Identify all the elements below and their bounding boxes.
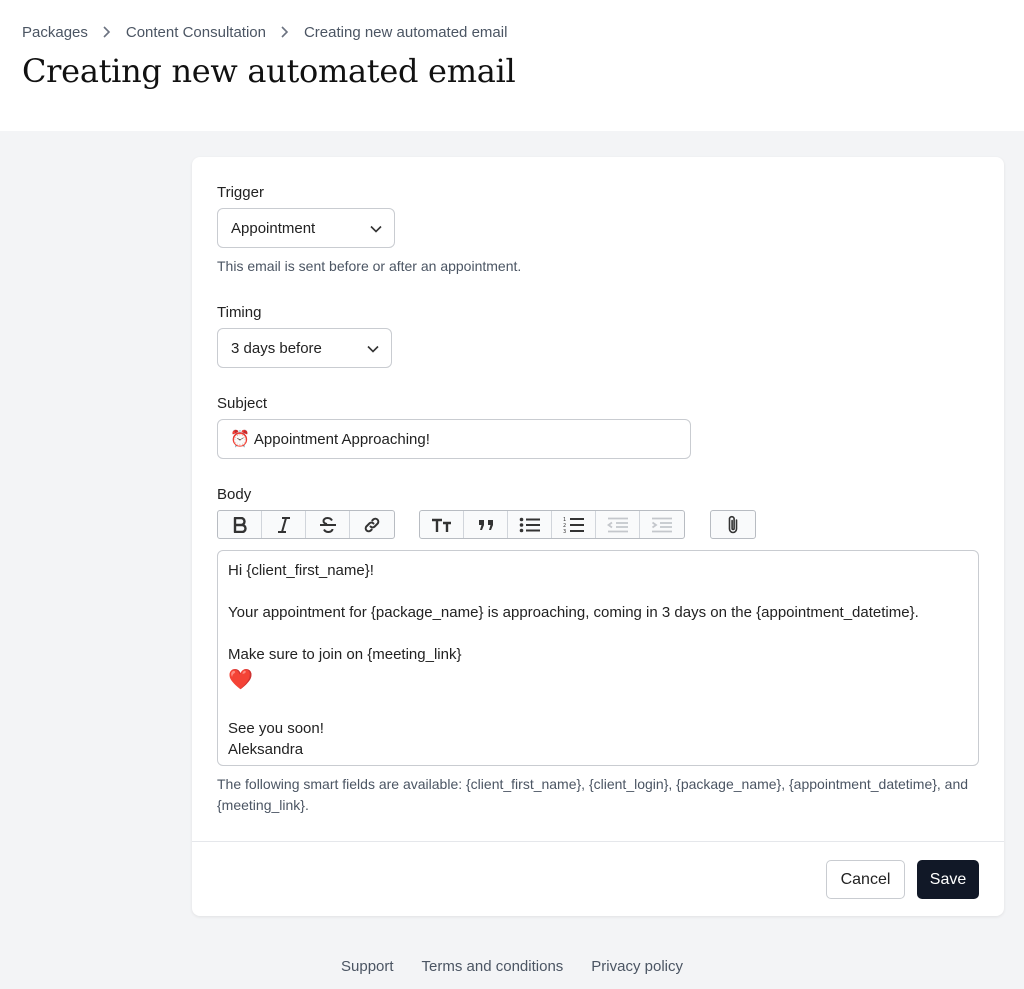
italic-button[interactable] <box>262 511 306 538</box>
subject-input[interactable]: ⏰ Appointment Approaching! <box>217 419 691 459</box>
heart-emoji: ❤️ <box>228 669 253 691</box>
formatting-toolbar-text <box>217 510 395 539</box>
body-line: See you soon! <box>228 720 324 737</box>
site-footer: Support Terms and conditions Privacy pol… <box>0 943 1024 989</box>
trigger-help-text: This email is sent before or after an ap… <box>217 258 522 274</box>
bullet-list-icon <box>519 517 540 532</box>
email-body-editor[interactable]: Hi {client_first_name}! Your appointment… <box>217 550 979 766</box>
breadcrumb-current: Creating new automated email <box>303 23 508 41</box>
breadcrumb: Packages Content Consultation Creating n… <box>22 23 507 41</box>
timing-select[interactable]: 3 days before <box>217 328 392 368</box>
footer-link-privacy[interactable]: Privacy policy <box>591 958 683 975</box>
attachment-icon <box>728 515 738 533</box>
page-header: Packages Content Consultation Creating n… <box>0 0 1024 131</box>
subject-label: Subject <box>217 395 268 412</box>
body-label: Body <box>217 486 252 503</box>
body-line: Aleksandra <box>228 741 304 758</box>
bold-button[interactable] <box>218 511 262 538</box>
breadcrumb-packages[interactable]: Packages <box>22 24 88 41</box>
svg-text:3: 3 <box>563 529 566 534</box>
chevron-right-icon <box>266 23 304 41</box>
footer-link-support[interactable]: Support <box>341 958 394 975</box>
body-line: Your appointment for {package_name} is a… <box>228 604 919 621</box>
card-divider <box>192 841 1004 842</box>
body-line <box>228 697 968 718</box>
quote-icon <box>478 519 493 530</box>
indent-icon <box>651 517 672 532</box>
outdent-button[interactable] <box>596 511 640 538</box>
trigger-label: Trigger <box>217 184 264 201</box>
body-line <box>228 623 968 644</box>
trigger-select-value: Appointment <box>231 219 316 237</box>
chevron-down-icon <box>370 220 382 237</box>
timing-select-value: 3 days before <box>231 339 322 357</box>
body-line: Make sure to join on {meeting_link} <box>228 646 462 663</box>
outdent-icon <box>606 517 628 532</box>
bold-icon <box>233 516 247 533</box>
quote-button[interactable] <box>464 511 508 538</box>
footer-link-terms[interactable]: Terms and conditions <box>422 958 564 975</box>
italic-icon <box>277 516 290 533</box>
cancel-button[interactable]: Cancel <box>826 860 905 899</box>
alarm-clock-icon: ⏰ <box>230 431 250 448</box>
trigger-select[interactable]: Appointment <box>217 208 395 248</box>
strikethrough-icon <box>319 516 336 533</box>
heading-icon <box>431 518 451 532</box>
formatting-toolbar-attach <box>710 510 756 539</box>
email-form-card: Trigger Appointment This email is sent b… <box>192 157 1004 916</box>
strikethrough-button[interactable] <box>306 511 350 538</box>
link-button[interactable] <box>350 511 394 538</box>
chevron-down-icon <box>367 340 379 357</box>
formatting-toolbar-block: 123 <box>419 510 685 539</box>
bullet-list-button[interactable] <box>508 511 552 538</box>
heading-button[interactable] <box>420 511 464 538</box>
page-title: Creating new automated email <box>22 52 516 90</box>
chevron-right-icon <box>88 23 126 41</box>
breadcrumb-content-consultation[interactable]: Content Consultation <box>126 24 266 41</box>
body-line: Hi {client_first_name}! <box>228 562 374 579</box>
numbered-list-icon: 123 <box>563 517 584 534</box>
save-button[interactable]: Save <box>917 860 979 899</box>
numbered-list-button[interactable]: 123 <box>552 511 596 538</box>
body-line <box>228 581 968 602</box>
attach-file-button[interactable] <box>711 511 755 538</box>
indent-button[interactable] <box>640 511 684 538</box>
subject-value: Appointment Approaching! <box>253 430 430 448</box>
smart-fields-note: The following smart fields are available… <box>217 776 969 813</box>
link-icon <box>364 517 380 532</box>
timing-label: Timing <box>217 304 262 321</box>
